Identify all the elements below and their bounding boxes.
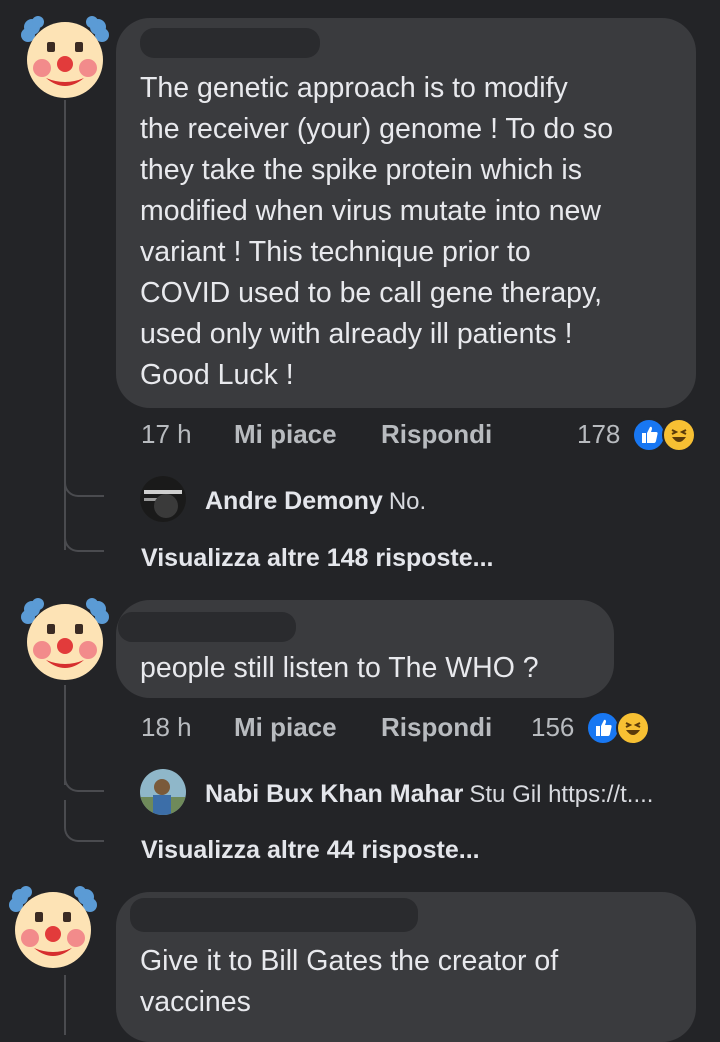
thread-connector bbox=[64, 800, 104, 842]
clown-avatar-icon[interactable] bbox=[8, 884, 98, 970]
reply-text: No. bbox=[388, 488, 427, 515]
redacted-author-name bbox=[118, 612, 296, 642]
reply-author[interactable]: Andre Demony No. bbox=[205, 487, 426, 516]
reply-text: Stu Gil https://t.... bbox=[469, 781, 654, 808]
redacted-author-name bbox=[130, 898, 418, 932]
comment-timestamp[interactable]: 17 h bbox=[141, 419, 192, 450]
like-button[interactable]: Mi piace bbox=[234, 712, 337, 743]
reaction-count[interactable]: 178 bbox=[577, 419, 620, 450]
clown-avatar-icon[interactable] bbox=[20, 14, 110, 100]
haha-icon bbox=[662, 418, 696, 452]
haha-icon bbox=[616, 711, 650, 745]
reaction-count[interactable]: 156 bbox=[531, 712, 574, 743]
thread-connector bbox=[64, 460, 104, 497]
thread-line bbox=[64, 975, 66, 1035]
avatar-photo-icon bbox=[140, 769, 186, 815]
comment-text: people still listen to The WHO ? bbox=[140, 652, 539, 684]
thread-connector bbox=[64, 755, 104, 792]
like-icon bbox=[586, 711, 620, 745]
reply-avatar[interactable] bbox=[140, 476, 186, 522]
clown-avatar-icon[interactable] bbox=[20, 596, 110, 682]
comment-text: Give it to Bill Gates the creator of vac… bbox=[140, 945, 559, 1018]
reply-author-name[interactable]: Andre Demony bbox=[205, 487, 383, 515]
reply-author[interactable]: Nabi Bux Khan Mahar Stu Gil https://t.... bbox=[205, 780, 653, 809]
reply-author-name[interactable]: Nabi Bux Khan Mahar bbox=[205, 780, 463, 808]
avatar-photo-icon bbox=[140, 476, 186, 522]
like-icon bbox=[632, 418, 666, 452]
reply-button[interactable]: Rispondi bbox=[381, 419, 492, 450]
reply-avatar[interactable] bbox=[140, 769, 186, 815]
like-button[interactable]: Mi piace bbox=[234, 419, 337, 450]
comment-timestamp[interactable]: 18 h bbox=[141, 712, 192, 743]
redacted-author-name bbox=[140, 28, 320, 58]
thread-connector bbox=[64, 510, 104, 552]
comment-text: The genetic approach is to modify the re… bbox=[140, 72, 614, 391]
view-more-replies-link[interactable]: Visualizza altre 148 risposte... bbox=[141, 544, 494, 573]
view-more-replies-link[interactable]: Visualizza altre 44 risposte... bbox=[141, 836, 480, 865]
reply-button[interactable]: Rispondi bbox=[381, 712, 492, 743]
